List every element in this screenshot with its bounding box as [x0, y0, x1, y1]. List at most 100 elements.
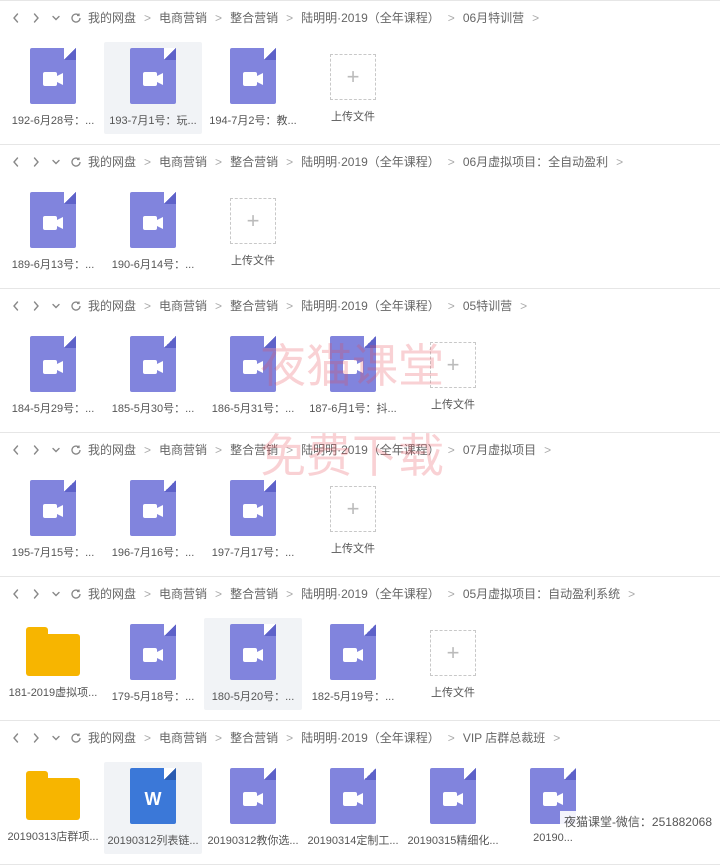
nav-back-button[interactable]	[8, 298, 24, 314]
breadcrumb-segment[interactable]: 电商营销	[159, 297, 207, 314]
nav-back-button[interactable]	[8, 586, 24, 602]
nav-forward-button[interactable]	[28, 154, 44, 170]
nav-dropdown-button[interactable]	[48, 298, 64, 314]
file-item[interactable]: 20190312教你选...	[204, 762, 302, 854]
breadcrumb-segment[interactable]: 电商营销	[159, 153, 207, 170]
breadcrumb-segment[interactable]: 06月虚拟项目：全自动盈利	[463, 153, 608, 170]
breadcrumb-segment[interactable]: 整合营销	[230, 441, 278, 458]
breadcrumb-segment[interactable]: 我的网盘	[88, 297, 136, 314]
file-item[interactable]: 187-6月1号：抖...	[304, 330, 402, 422]
file-item[interactable]: 20190313店群项...	[4, 762, 102, 854]
breadcrumb-segment[interactable]: 整合营销	[230, 585, 278, 602]
breadcrumb-segment[interactable]: 电商营销	[159, 9, 207, 26]
nav-refresh-button[interactable]	[68, 586, 84, 602]
breadcrumb-segment[interactable]: 电商营销	[159, 585, 207, 602]
file-item[interactable]: 192-6月28号：...	[4, 42, 102, 134]
video-file-icon	[330, 336, 376, 392]
chevron-right-icon: >	[444, 155, 459, 169]
breadcrumb-segment[interactable]: 我的网盘	[88, 441, 136, 458]
breadcrumb-segment[interactable]: 我的网盘	[88, 9, 136, 26]
file-item[interactable]: 186-5月31号：...	[204, 330, 302, 422]
upload-file-button[interactable]: +上传文件	[404, 330, 502, 422]
upload-file-button[interactable]: +上传文件	[404, 618, 502, 710]
breadcrumb-segment[interactable]: 整合营销	[230, 729, 278, 746]
file-item[interactable]: 180-5月20号：...	[204, 618, 302, 710]
breadcrumb-bar: 我的网盘>电商营销>整合营销>陆明明·2019（全年课程）>07月虚拟项目>	[0, 433, 720, 464]
nav-dropdown-button[interactable]	[48, 154, 64, 170]
nav-dropdown-button[interactable]	[48, 586, 64, 602]
breadcrumb-segment[interactable]: 电商营销	[159, 441, 207, 458]
file-browser-panel: 我的网盘>电商营销>整合营销>陆明明·2019（全年课程）>05特训营>184-…	[0, 289, 720, 433]
file-item[interactable]: 179-5月18号：...	[104, 618, 202, 710]
nav-dropdown-button[interactable]	[48, 730, 64, 746]
chevron-right-icon: >	[444, 587, 459, 601]
breadcrumb-segment[interactable]: 陆明明·2019（全年课程）	[301, 585, 440, 602]
breadcrumb-segment[interactable]: 电商营销	[159, 729, 207, 746]
file-item[interactable]: 193-7月1号：玩...	[104, 42, 202, 134]
breadcrumb-segment[interactable]: VIP 店群总裁班	[463, 729, 545, 746]
nav-refresh-button[interactable]	[68, 154, 84, 170]
breadcrumb-segment[interactable]: 陆明明·2019（全年课程）	[301, 297, 440, 314]
file-label: 20190315精细化...	[406, 832, 500, 848]
file-item[interactable]: 20190315精细化...	[404, 762, 502, 854]
nav-back-button[interactable]	[8, 10, 24, 26]
nav-forward-button[interactable]	[28, 442, 44, 458]
nav-forward-button[interactable]	[28, 298, 44, 314]
breadcrumb-segment[interactable]: 我的网盘	[88, 585, 136, 602]
file-item[interactable]: 194-7月2号：教...	[204, 42, 302, 134]
breadcrumb-segment[interactable]: 我的网盘	[88, 729, 136, 746]
breadcrumb-segment[interactable]: 05特训营	[463, 297, 512, 314]
file-label: 187-6月1号：抖...	[306, 400, 400, 416]
breadcrumb-segment[interactable]: 整合营销	[230, 153, 278, 170]
nav-back-button[interactable]	[8, 730, 24, 746]
folder-icon	[26, 634, 80, 676]
upload-file-button[interactable]: +上传文件	[304, 42, 402, 134]
file-grid: 184-5月29号：...185-5月30号：...186-5月31号：...1…	[0, 320, 720, 432]
nav-refresh-button[interactable]	[68, 298, 84, 314]
nav-forward-button[interactable]	[28, 10, 44, 26]
breadcrumb-segment[interactable]: 06月特训营	[463, 9, 524, 26]
nav-refresh-button[interactable]	[68, 442, 84, 458]
file-item[interactable]: 181-2019虚拟项...	[4, 618, 102, 710]
breadcrumb-segment[interactable]: 陆明明·2019（全年课程）	[301, 729, 440, 746]
file-item[interactable]: 195-7月15号：...	[4, 474, 102, 566]
nav-back-button[interactable]	[8, 442, 24, 458]
file-grid: 20190313店群项...W20190312列表链...20190312教你选…	[0, 752, 720, 864]
svg-text:W: W	[145, 789, 162, 809]
chevron-right-icon: >	[140, 731, 155, 745]
file-item[interactable]: 189-6月13号：...	[4, 186, 102, 278]
breadcrumb-segment[interactable]: 整合营销	[230, 297, 278, 314]
breadcrumb-segment[interactable]: 05月虚拟项目：自动盈利系统	[463, 585, 620, 602]
file-item[interactable]: 196-7月16号：...	[104, 474, 202, 566]
file-browser-panel: 我的网盘>电商营销>整合营销>陆明明·2019（全年课程）>06月特训营>192…	[0, 0, 720, 145]
breadcrumb-segment[interactable]: 陆明明·2019（全年课程）	[301, 153, 440, 170]
upload-file-button[interactable]: +上传文件	[204, 186, 302, 278]
nav-dropdown-button[interactable]	[48, 10, 64, 26]
file-item[interactable]: 184-5月29号：...	[4, 330, 102, 422]
nav-forward-button[interactable]	[28, 730, 44, 746]
breadcrumb-segment[interactable]: 陆明明·2019（全年课程）	[301, 9, 440, 26]
nav-refresh-button[interactable]	[68, 10, 84, 26]
chevron-right-icon: >	[282, 443, 297, 457]
chevron-right-icon: >	[282, 587, 297, 601]
nav-dropdown-button[interactable]	[48, 442, 64, 458]
chevron-right-icon: >	[612, 155, 627, 169]
file-label: 189-6月13号：...	[6, 256, 100, 272]
nav-refresh-button[interactable]	[68, 730, 84, 746]
breadcrumb-segment[interactable]: 我的网盘	[88, 153, 136, 170]
file-item[interactable]: 190-6月14号：...	[104, 186, 202, 278]
file-item[interactable]: 182-5月19号：...	[304, 618, 402, 710]
file-browser-panel: 我的网盘>电商营销>整合营销>陆明明·2019（全年课程）>05月虚拟项目：自动…	[0, 577, 720, 721]
file-item[interactable]: 20190314定制工...	[304, 762, 402, 854]
file-item[interactable]: W20190312列表链...	[104, 762, 202, 854]
nav-back-button[interactable]	[8, 154, 24, 170]
file-item[interactable]: 20190...	[504, 762, 602, 854]
file-item[interactable]: 185-5月30号：...	[104, 330, 202, 422]
file-item[interactable]: 197-7月17号：...	[204, 474, 302, 566]
chevron-right-icon: >	[211, 299, 226, 313]
breadcrumb-segment[interactable]: 07月虚拟项目	[463, 441, 536, 458]
upload-file-button[interactable]: +上传文件	[304, 474, 402, 566]
breadcrumb-segment[interactable]: 陆明明·2019（全年课程）	[301, 441, 440, 458]
nav-forward-button[interactable]	[28, 586, 44, 602]
breadcrumb-segment[interactable]: 整合营销	[230, 9, 278, 26]
